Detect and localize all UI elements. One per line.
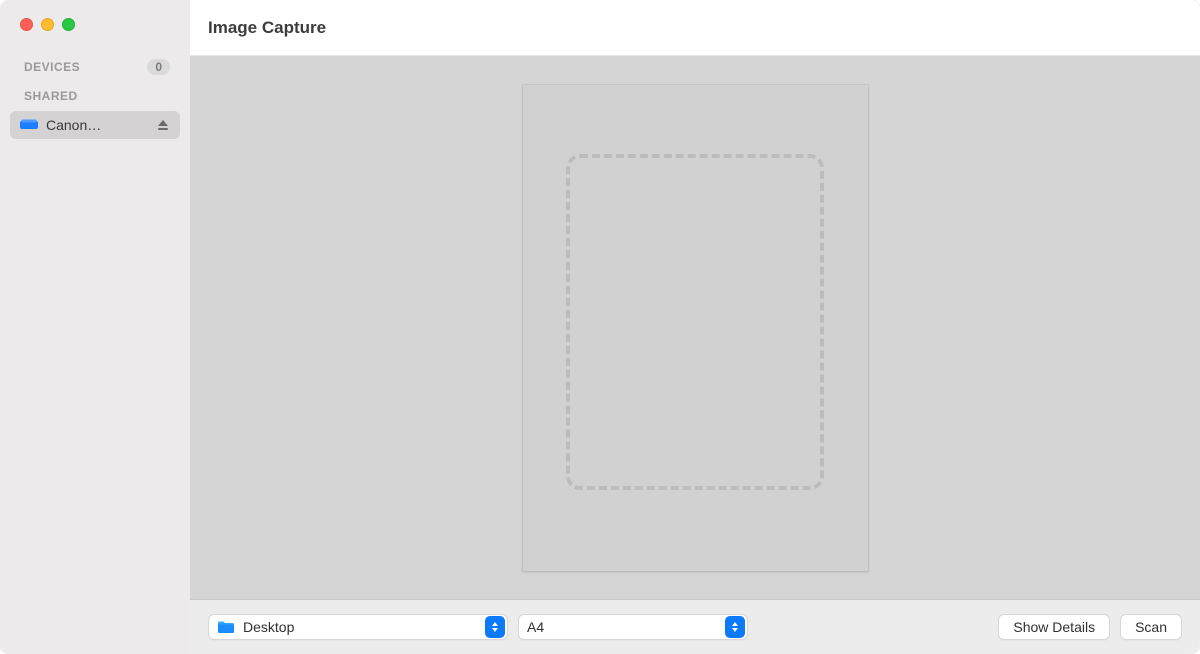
main-content: Image Capture Desktop A4 bbox=[190, 0, 1200, 654]
scan-button[interactable]: Scan bbox=[1120, 614, 1182, 640]
chevron-updown-icon bbox=[485, 616, 505, 638]
sidebar-section-shared: SHARED bbox=[0, 79, 190, 107]
scanner-icon bbox=[20, 119, 38, 131]
page-size-value: A4 bbox=[519, 619, 725, 635]
minimize-button[interactable] bbox=[41, 18, 54, 31]
chevron-updown-icon bbox=[725, 616, 745, 638]
destination-select[interactable]: Desktop bbox=[208, 614, 508, 640]
app-window: DEVICES 0 SHARED Canon… Image Capture bbox=[0, 0, 1200, 654]
fullscreen-button[interactable] bbox=[62, 18, 75, 31]
app-title: Image Capture bbox=[208, 18, 326, 38]
bottom-toolbar: Desktop A4 Show Details Scan bbox=[190, 600, 1200, 654]
sidebar-item-scanner[interactable]: Canon… bbox=[10, 111, 180, 139]
eject-icon[interactable] bbox=[156, 118, 170, 132]
devices-count-badge: 0 bbox=[147, 59, 170, 75]
shared-label: SHARED bbox=[24, 89, 78, 103]
show-details-button[interactable]: Show Details bbox=[998, 614, 1110, 640]
close-button[interactable] bbox=[20, 18, 33, 31]
folder-icon bbox=[217, 620, 235, 634]
titlebar: Image Capture bbox=[190, 0, 1200, 56]
scan-preview-area[interactable] bbox=[190, 56, 1200, 600]
destination-value: Desktop bbox=[235, 619, 485, 635]
page-size-select[interactable]: A4 bbox=[518, 614, 748, 640]
sidebar-item-label: Canon… bbox=[46, 117, 148, 133]
window-controls bbox=[0, 10, 190, 49]
devices-label: DEVICES bbox=[24, 60, 80, 74]
sidebar: DEVICES 0 SHARED Canon… bbox=[0, 0, 190, 654]
sidebar-section-devices: DEVICES 0 bbox=[0, 49, 190, 79]
page-preview[interactable] bbox=[523, 85, 868, 571]
selection-rectangle[interactable] bbox=[566, 154, 824, 490]
